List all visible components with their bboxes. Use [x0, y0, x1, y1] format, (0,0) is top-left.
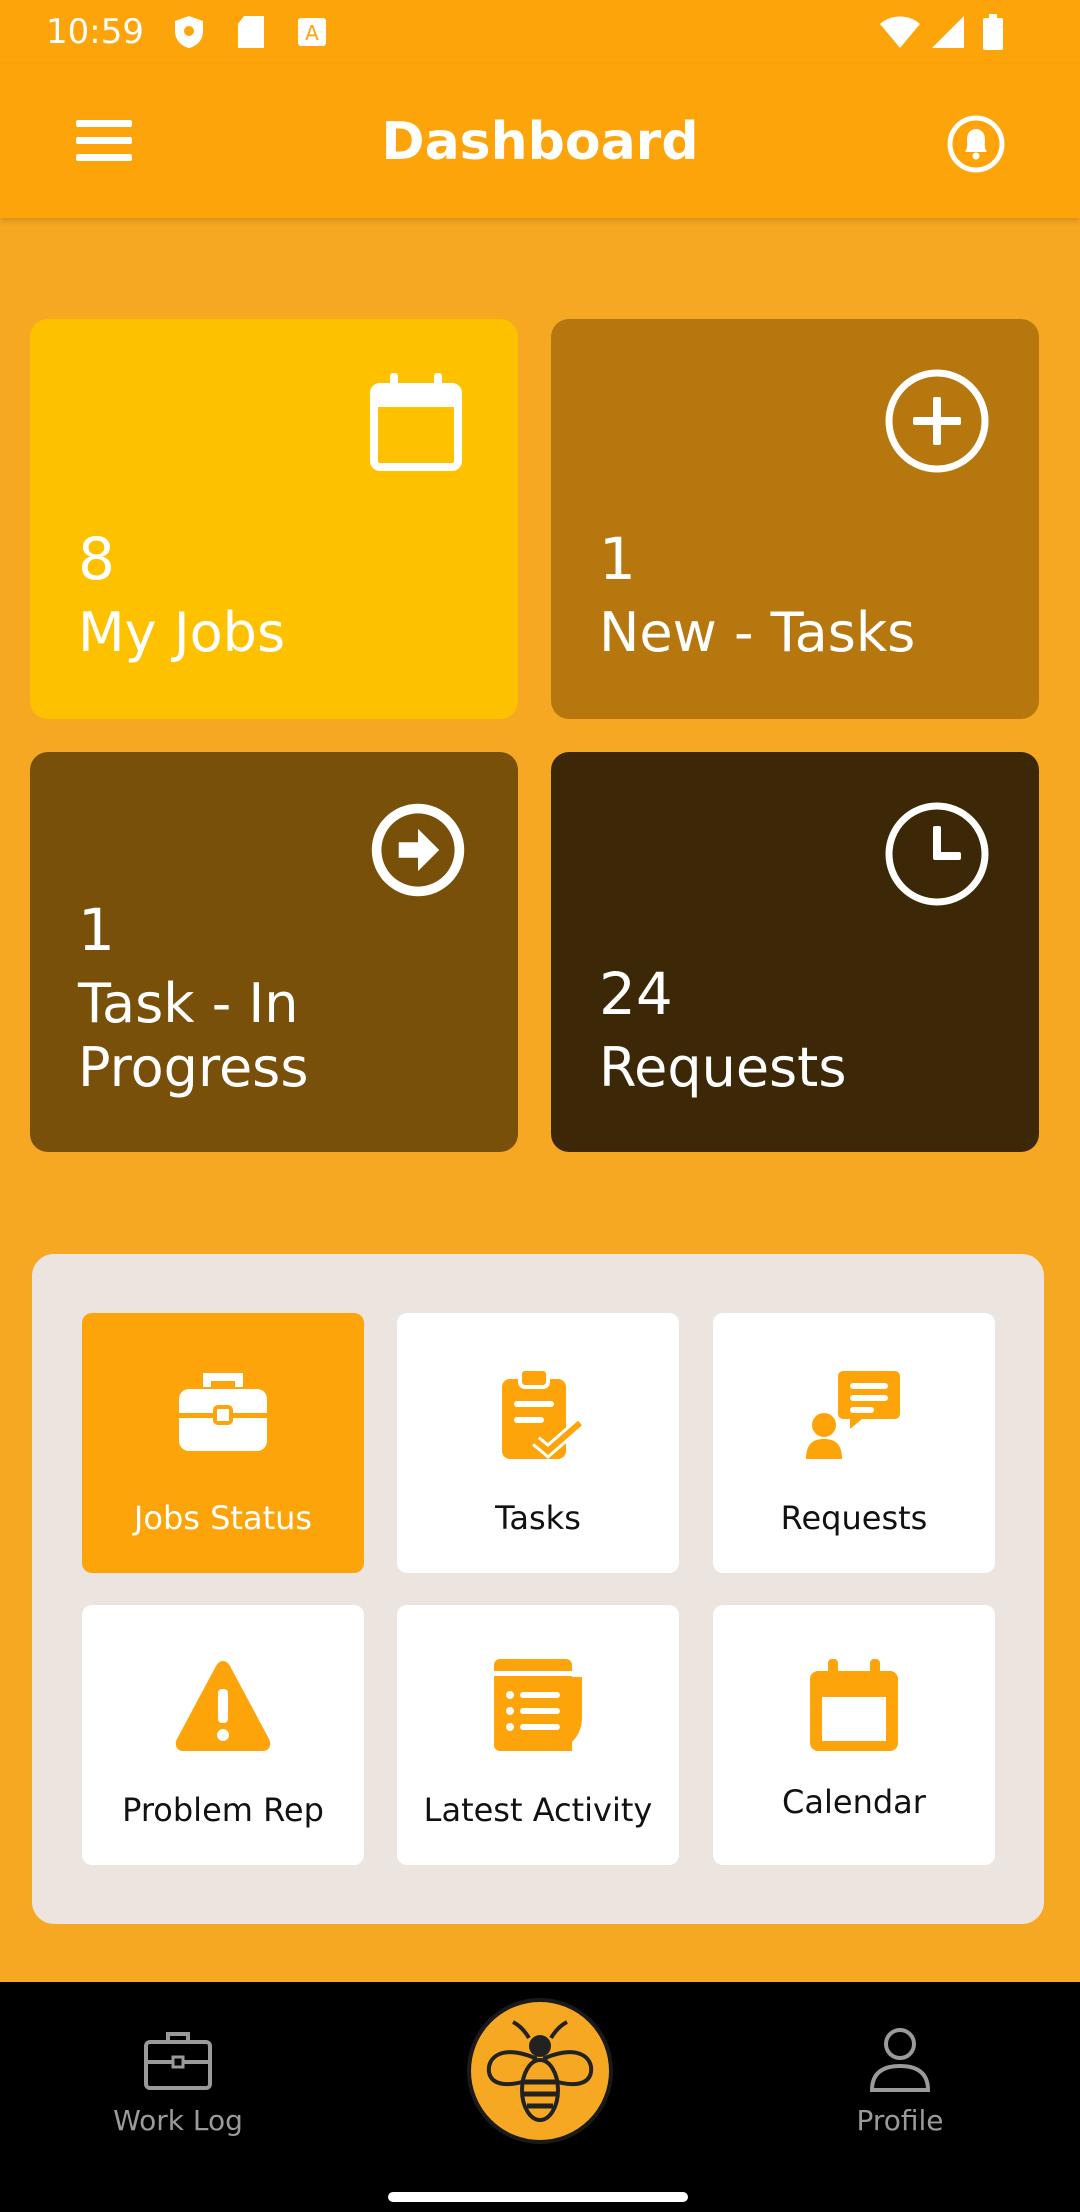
- wifi-icon: [880, 16, 920, 48]
- problem-report-tile[interactable]: Problem Rep: [82, 1605, 364, 1865]
- briefcase-icon: [179, 1373, 267, 1451]
- svg-text:A: A: [305, 21, 319, 45]
- latest-activity-tile[interactable]: Latest Activity: [397, 1605, 679, 1865]
- calendar-tile[interactable]: Calendar: [713, 1605, 995, 1865]
- page-title: Dashboard: [381, 112, 699, 172]
- jobs-status-tile[interactable]: Jobs Status: [82, 1313, 364, 1573]
- jobs-status-label: Jobs Status: [133, 1499, 313, 1537]
- signal-icon: [932, 16, 964, 48]
- my-jobs-count: 8: [78, 525, 115, 593]
- warning-icon: [175, 1661, 271, 1751]
- task-in-progress-label: Task - In Progress: [78, 972, 309, 1099]
- new-tasks-label: New - Tasks: [599, 601, 916, 664]
- plus-circle-icon: [885, 369, 989, 473]
- notification-bell-icon[interactable]: [946, 114, 1006, 174]
- arrow-right-circle-icon: [371, 803, 465, 897]
- home-indicator: [388, 2192, 688, 2202]
- problem-report-label: Problem Rep: [122, 1791, 324, 1829]
- tasks-tile[interactable]: Tasks: [397, 1313, 679, 1573]
- latest-activity-label: Latest Activity: [423, 1791, 653, 1829]
- text-a-icon: A: [298, 18, 326, 46]
- nav-work-log[interactable]: Work Log: [108, 2024, 248, 2137]
- nav-profile[interactable]: Profile: [830, 2024, 970, 2137]
- my-jobs-label: My Jobs: [78, 601, 286, 664]
- my-jobs-card[interactable]: 8 My Jobs: [30, 319, 518, 719]
- nav-work-log-label: Work Log: [113, 2104, 243, 2137]
- calendar-icon: [810, 1659, 898, 1751]
- quick-menu-panel: Jobs Status Tasks Requests Problem Rep L…: [32, 1254, 1044, 1924]
- user-chat-icon: [806, 1371, 900, 1459]
- tasks-label: Tasks: [495, 1499, 581, 1537]
- status-time: 10:59: [46, 12, 144, 52]
- app-bar: Dashboard: [0, 64, 1080, 218]
- requests-label: Requests: [599, 1036, 847, 1099]
- calendar-label: Calendar: [782, 1783, 926, 1821]
- shield-icon: [175, 16, 203, 48]
- task-in-progress-count: 1: [78, 896, 115, 964]
- requests-card[interactable]: 24 Requests: [551, 752, 1039, 1152]
- new-tasks-count: 1: [599, 525, 636, 593]
- person-icon: [869, 2028, 931, 2092]
- status-bar: 10:59 A: [0, 0, 1080, 64]
- new-tasks-card[interactable]: 1 New - Tasks: [551, 319, 1039, 719]
- briefcase-icon: [144, 2032, 212, 2090]
- battery-icon: [983, 14, 1003, 50]
- requests-tile-label: Requests: [780, 1499, 928, 1537]
- home-bee-button[interactable]: [467, 1998, 613, 2144]
- document-list-icon: [494, 1659, 582, 1751]
- clipboard-check-icon: [502, 1367, 584, 1459]
- clock-icon: [885, 802, 989, 906]
- requests-count: 24: [599, 960, 673, 1028]
- task-in-progress-card[interactable]: 1 Task - In Progress: [30, 752, 518, 1152]
- bee-logo-icon: [486, 2020, 594, 2122]
- calendar-icon: [370, 373, 462, 471]
- sd-card-icon: [238, 16, 264, 48]
- requests-tile[interactable]: Requests: [713, 1313, 995, 1573]
- nav-profile-label: Profile: [856, 2104, 944, 2137]
